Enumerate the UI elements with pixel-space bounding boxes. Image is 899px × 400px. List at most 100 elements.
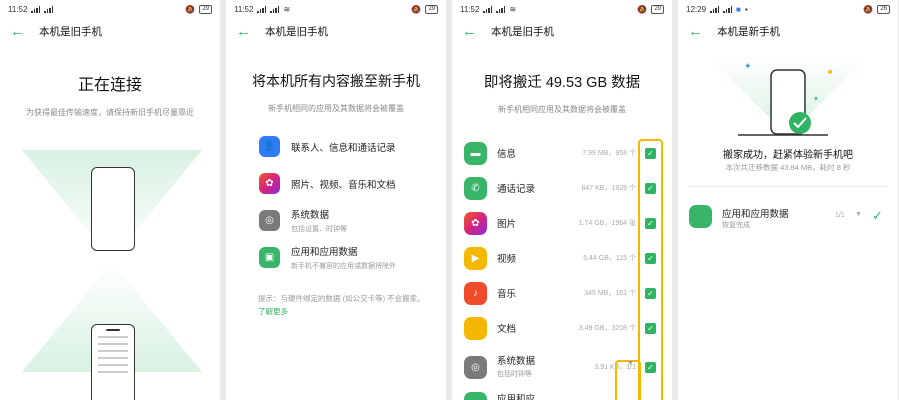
- svg-text:✦: ✦: [744, 61, 752, 71]
- row-size: 7.99 MB，958 个: [582, 150, 636, 157]
- mute-icon: 🔕: [637, 4, 648, 14]
- app-bar-title: 本机是旧手机: [265, 25, 328, 38]
- page-title: 将本机所有内容搬至新手机: [252, 73, 420, 89]
- success-title: 搬家成功，赶紧体验新手机吧: [723, 150, 853, 161]
- row-size: 3.49 GB，3208 个: [578, 325, 636, 332]
- hint-text: 提示：与硬件绑定的数据 (如公交卡等) 不会搬家。 了解更多: [258, 292, 434, 318]
- contacts-icon: 👤: [259, 136, 280, 157]
- mute-icon: 🔕: [411, 4, 422, 14]
- panel-transfer-complete: 12:29 ■ ▪ 🔕 26 ← 本机是新手机 ✦ ■ ✦ 搬家成功，赶紧体验新…: [678, 0, 898, 400]
- app-bar-title: 本机是旧手机: [39, 25, 102, 38]
- row-name: 视频: [497, 254, 517, 265]
- page-subtitle: 新手机相同应用及其数据将会被覆盖: [498, 105, 626, 114]
- page-title: 即将搬迁 49.53 GB 数据: [483, 75, 641, 91]
- hint-body: 提示：与硬件绑定的数据 (如公交卡等) 不会搬家。: [258, 294, 425, 303]
- list-item: ◎ 系统数据 包括设置、时钟等: [259, 202, 446, 239]
- result-row[interactable]: 应用和应用数据 恢复完成 1/1 ▼ ✓: [678, 200, 898, 234]
- status-bar: 11:52 ≋ 🔕 29: [226, 0, 446, 18]
- row-name: 通话记录: [497, 184, 536, 195]
- page-subtitle: 新手机相同的应用及其数据将会被覆盖: [268, 104, 404, 113]
- checkbox-highlight: [638, 139, 663, 400]
- back-arrow-icon[interactable]: ←: [462, 24, 477, 39]
- row-size: 847 KB，1928 个: [581, 185, 636, 192]
- learn-more-link[interactable]: 了解更多: [258, 307, 288, 316]
- panel-transfer-details: 11:52 ≋ 🔕 29 ← 本机是旧手机 即将搬迁 49.53 GB 数据 新…: [452, 0, 672, 400]
- back-arrow-icon[interactable]: ←: [236, 24, 251, 39]
- row-name: 信息: [497, 149, 517, 160]
- signal-icon: [496, 5, 506, 13]
- success-subtitle: 本次共迁移数据 43.84 MB，耗时 8 秒: [725, 163, 851, 172]
- signal-icon: [44, 5, 54, 13]
- signal-icon: [723, 5, 733, 13]
- item-label: 应用和应用数据: [291, 247, 358, 258]
- wifi-icon: ≋: [283, 4, 291, 14]
- svg-text:■: ■: [828, 69, 832, 76]
- row-name: 图片: [497, 219, 517, 230]
- app-bar-title: 本机是旧手机: [491, 25, 554, 38]
- android-icon: ▣: [259, 247, 280, 268]
- app-bar-title: 本机是新手机: [717, 25, 780, 38]
- app-notification-icon: ■: [736, 4, 741, 14]
- signal-icon: [483, 5, 493, 13]
- list-item: 👤 联系人、信息和通话记录: [259, 128, 446, 165]
- status-time: 11:52: [460, 4, 480, 14]
- android-icon: [464, 392, 487, 400]
- page-subtitle: 为获得最佳传输速度，请保持新旧手机尽量靠近: [26, 108, 194, 117]
- music-icon: ♪: [464, 281, 487, 305]
- status-time: 11:52: [8, 4, 28, 14]
- phone-icon: ✆: [464, 176, 487, 200]
- status-bar: 11:52 🔕 29: [0, 0, 220, 18]
- row-name: 应用和应: [497, 394, 536, 400]
- mute-icon: 🔕: [185, 4, 196, 14]
- row-size: 1.74 GB，1964 张: [578, 220, 636, 227]
- app-bar: ← 本机是旧手机: [226, 18, 446, 44]
- item-sublabel: 包括设置、时钟等: [291, 226, 347, 233]
- message-icon: ▬: [464, 141, 487, 165]
- item-label: 系统数据: [291, 210, 330, 221]
- list-item: ✿ 照片、视频、音乐和文档: [259, 165, 446, 202]
- back-arrow-icon[interactable]: ←: [688, 24, 703, 39]
- row-name: 音乐: [497, 289, 517, 300]
- chevron-down-icon[interactable]: ▼: [855, 211, 862, 218]
- chevron-down-icon[interactable]: ▼: [627, 360, 634, 367]
- panel-connecting: 11:52 🔕 29 ← 本机是旧手机 正在连接 为获得最佳传输速度，请保持新旧…: [0, 0, 220, 400]
- signal-icon: [257, 5, 267, 13]
- page-title: 正在连接: [77, 77, 142, 94]
- video-icon: ▶: [464, 246, 487, 270]
- app-bar: ← 本机是旧手机: [0, 18, 220, 44]
- item-label: 照片、视频、音乐和文档: [291, 179, 396, 191]
- battery-icon: 29: [425, 4, 438, 14]
- battery-icon: 29: [651, 4, 664, 14]
- signal-icon: [270, 5, 280, 13]
- new-phone-icon: [91, 167, 135, 251]
- row-count: 1/1: [835, 212, 845, 219]
- signal-icon: [710, 5, 720, 13]
- status-time: 12:29: [686, 4, 707, 14]
- row-size: 5.44 GB，115 个: [583, 255, 636, 262]
- signal-icon: [31, 5, 41, 13]
- divider: [688, 186, 888, 187]
- battery-icon: 26: [877, 4, 890, 14]
- panel-transfer-overview: 11:52 ≋ 🔕 29 ← 本机是旧手机 将本机所有内容搬至新手机 新手机相同…: [226, 0, 446, 400]
- app-bar: ← 本机是新手机: [678, 18, 898, 44]
- battery-icon: 29: [199, 4, 212, 14]
- list-item: ▣ 应用和应用数据 新手机不兼容的应用或数据将除外: [259, 239, 446, 276]
- success-illustration: ✦ ■ ✦: [708, 56, 868, 136]
- row-name: 系统数据: [497, 356, 536, 367]
- back-arrow-icon[interactable]: ←: [10, 24, 25, 39]
- mute-icon: 🔕: [863, 4, 874, 14]
- status-time: 11:52: [234, 4, 254, 14]
- row-name: 文档: [497, 324, 517, 335]
- row-sublabel: 包括时钟等: [497, 371, 532, 378]
- row-size: 345 MB，161 个: [584, 290, 636, 297]
- item-label: 联系人、信息和通话记录: [291, 142, 396, 154]
- system-icon: ◎: [259, 210, 280, 231]
- system-icon: ◎: [464, 355, 487, 379]
- row-name: 应用和应用数据: [722, 209, 789, 220]
- status-bar: 11:52 ≋ 🔕 29: [452, 0, 672, 18]
- docs-icon: [464, 316, 487, 340]
- screenshot-collage: 11:52 🔕 29 ← 本机是旧手机 正在连接 为获得最佳传输速度，请保持新旧…: [0, 0, 899, 400]
- old-phone-icon: [91, 324, 135, 400]
- wifi-icon: ≋: [509, 4, 517, 14]
- status-bar: 12:29 ■ ▪ 🔕 26: [678, 0, 898, 18]
